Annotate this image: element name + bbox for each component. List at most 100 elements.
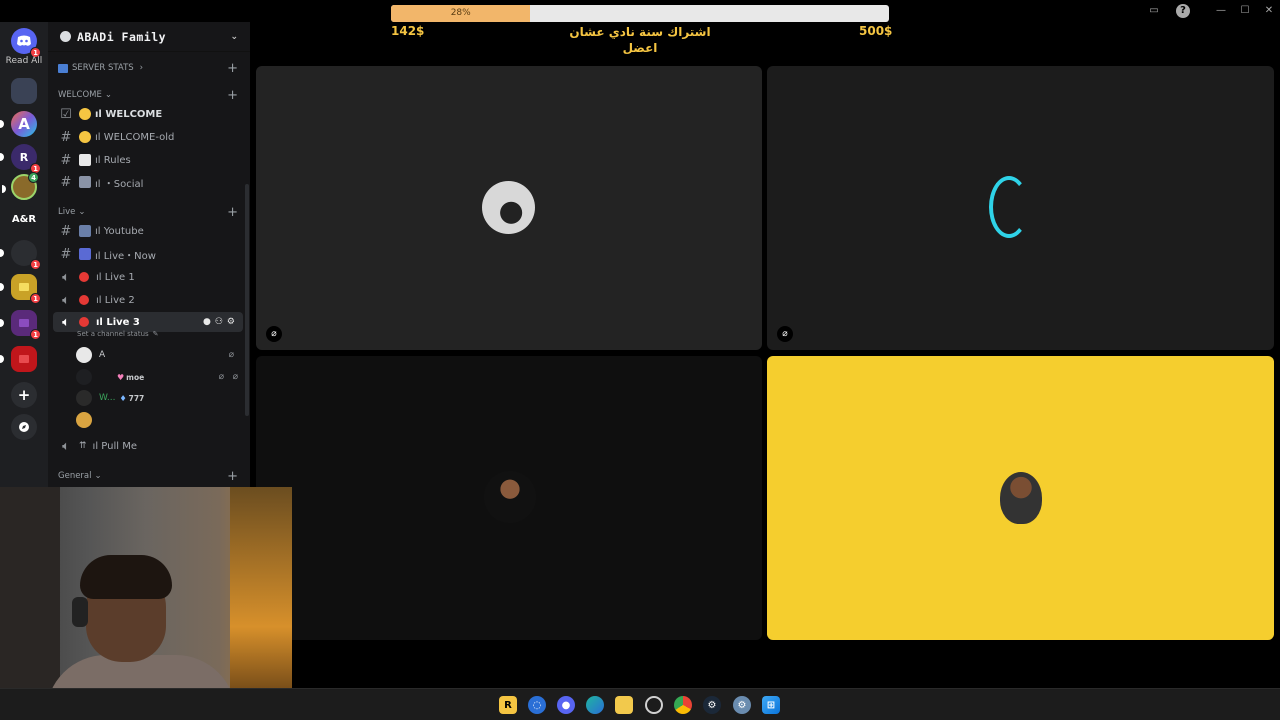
people-emoji-icon xyxy=(79,248,91,260)
drop-icon: ♦ xyxy=(119,393,127,403)
muted-mic-icon: ⌀ xyxy=(218,372,224,382)
server-icon-r[interactable]: R1 xyxy=(0,144,41,174)
video-tile-2[interactable]: ⌀ xyxy=(767,66,1274,350)
add-channel-icon[interactable]: + xyxy=(227,205,238,220)
server-name: ABADi Family xyxy=(77,29,167,44)
goal-current-amount: 142$ xyxy=(391,24,425,38)
sidebar-scrollbar[interactable] xyxy=(245,184,249,416)
goal-progress-label: 28% xyxy=(450,8,471,18)
hash-icon: # xyxy=(60,129,72,145)
channel-welcome[interactable]: ☑ ıl WELCOME xyxy=(48,104,250,124)
category-welcome[interactable]: WELCOME ⌄ + xyxy=(48,85,250,105)
wave-emoji-icon xyxy=(79,131,91,143)
participant-avatar xyxy=(1000,472,1042,524)
red-circle-icon xyxy=(79,272,89,282)
pencil-icon: ✎ xyxy=(152,330,159,338)
server-icon-ar[interactable]: A&R xyxy=(11,206,37,232)
wave-emoji-icon xyxy=(79,108,91,120)
rockstar-app-icon[interactable]: R xyxy=(499,696,517,714)
participant-avatar xyxy=(482,181,535,234)
chevron-down-icon: ⌄ xyxy=(78,207,86,217)
add-channel-icon[interactable]: + xyxy=(227,469,238,484)
add-channel-icon[interactable]: + xyxy=(227,88,238,103)
heart-icon: ♥ xyxy=(117,372,125,382)
avatar xyxy=(76,412,92,428)
server-icon-a[interactable]: A xyxy=(0,111,37,137)
voice-channel-pull-me[interactable]: 🔈︎ ⇈ ıl Pull Me xyxy=(48,436,250,456)
battlenet-app-icon[interactable]: ◌ xyxy=(528,696,546,714)
minimize-button[interactable]: — xyxy=(1214,4,1228,18)
donation-goal-bar: 28% xyxy=(391,5,889,22)
voice-channel-live-1[interactable]: 🔈︎ ıl Live 1 xyxy=(48,267,250,287)
edge-browser-icon[interactable] xyxy=(586,696,604,714)
file-explorer-icon[interactable] xyxy=(615,696,633,714)
streamer-webcam xyxy=(0,487,292,720)
participant-avatar xyxy=(989,176,1029,238)
chevron-down-icon: ⌄ xyxy=(104,90,112,100)
video-tile-4-speaking[interactable] xyxy=(767,356,1274,640)
maximize-button[interactable]: ☐ xyxy=(1238,4,1252,18)
gear-icon[interactable]: ⚙ xyxy=(227,317,235,327)
channel-welcome-old[interactable]: # ıl WELCOME-old xyxy=(48,127,250,147)
folder-icon-yellow[interactable]: 1 xyxy=(0,274,41,304)
red-circle-icon xyxy=(79,317,89,327)
muted-mic-icon: ⌀ xyxy=(228,350,234,360)
help-icon[interactable]: ? xyxy=(1176,4,1190,18)
channel-youtube[interactable]: # ıl Youtube xyxy=(48,221,250,241)
steam-app-icon[interactable]: ⚙ xyxy=(703,696,721,714)
voice-user[interactable] xyxy=(76,411,246,429)
server-icon-6[interactable]: 1 xyxy=(0,240,41,270)
chrome-browser-icon[interactable] xyxy=(674,696,692,714)
category-live[interactable]: Live ⌄ + xyxy=(48,202,250,222)
category-general[interactable]: General ⌄ + xyxy=(48,466,250,486)
channel-social[interactable]: # ıl ・Social xyxy=(48,172,250,192)
discord-logo-icon xyxy=(17,35,31,46)
channel-status-prompt[interactable]: Set a channel status ✎ xyxy=(77,327,237,341)
invite-user-icon[interactable]: ⚇ xyxy=(215,317,223,327)
inbox-icon[interactable]: ▭ xyxy=(1147,4,1161,18)
discord-app-icon[interactable]: ● xyxy=(557,696,575,714)
server-icon-1[interactable] xyxy=(11,78,37,104)
server-icon-avatar[interactable]: 4 xyxy=(2,172,39,200)
chevron-down-icon: ⌄ xyxy=(230,31,238,42)
chat-bubble-icon[interactable]: ● xyxy=(203,317,211,327)
chevron-right-icon: › xyxy=(139,63,144,73)
explore-compass-icon[interactable] xyxy=(11,414,37,440)
red-circle-icon xyxy=(79,295,89,305)
folder-icon-purple[interactable]: 1 xyxy=(0,310,41,340)
add-channel-icon[interactable]: + xyxy=(227,61,238,76)
server-header[interactable]: ABADi Family ⌄ xyxy=(48,22,250,52)
add-server-icon[interactable]: + xyxy=(11,382,37,408)
settings-gear-icon[interactable]: ⚙ xyxy=(733,696,751,714)
channel-rules[interactable]: # ıl Rules xyxy=(48,150,250,170)
voice-user[interactable]: A ⌀ xyxy=(76,346,246,364)
speaker-icon: 🔈︎ xyxy=(62,314,70,330)
hash-icon: # xyxy=(60,174,72,190)
voice-channel-live-2[interactable]: 🔈︎ ıl Live 2 xyxy=(48,290,250,310)
obs-app-icon[interactable] xyxy=(645,696,663,714)
server-settings-icon xyxy=(60,31,71,42)
voice-user[interactable]: W... ♦ 777 xyxy=(76,389,246,407)
voice-user[interactable]: ♥ moe ⌀ ⌀ xyxy=(76,368,246,386)
goal-target-amount: 500$ xyxy=(859,24,893,38)
channel-live-now[interactable]: # ıl Live・Now xyxy=(48,244,250,264)
hash-icon: # xyxy=(60,152,72,168)
windows-start-icon[interactable]: ⊞ xyxy=(762,696,780,714)
video-tile-1[interactable]: ⌀ xyxy=(256,66,762,350)
tv-emoji-icon xyxy=(79,225,91,237)
windows-taskbar: R ◌ ● ⚙ ⚙ ⊞ xyxy=(0,688,1280,720)
avatar xyxy=(76,390,92,406)
close-button[interactable]: ✕ xyxy=(1262,4,1276,18)
folder-icon-red[interactable] xyxy=(0,346,37,372)
chevron-down-icon: ⌄ xyxy=(94,471,102,481)
speaker-icon: 🔈︎ xyxy=(62,269,70,285)
discord-home-icon[interactable]: 1 xyxy=(11,28,41,58)
deafened-icon: ⌀ xyxy=(232,372,238,382)
memo-emoji-icon xyxy=(79,154,91,166)
deafened-icon: ⌀ xyxy=(777,326,793,342)
rules-checkbox-icon: ☑ xyxy=(60,106,72,122)
participant-avatar xyxy=(484,471,536,523)
category-server-stats[interactable]: SERVER STATS › + xyxy=(48,58,250,78)
video-tile-3[interactable] xyxy=(256,356,762,640)
read-all-label[interactable]: Read All xyxy=(0,56,48,66)
